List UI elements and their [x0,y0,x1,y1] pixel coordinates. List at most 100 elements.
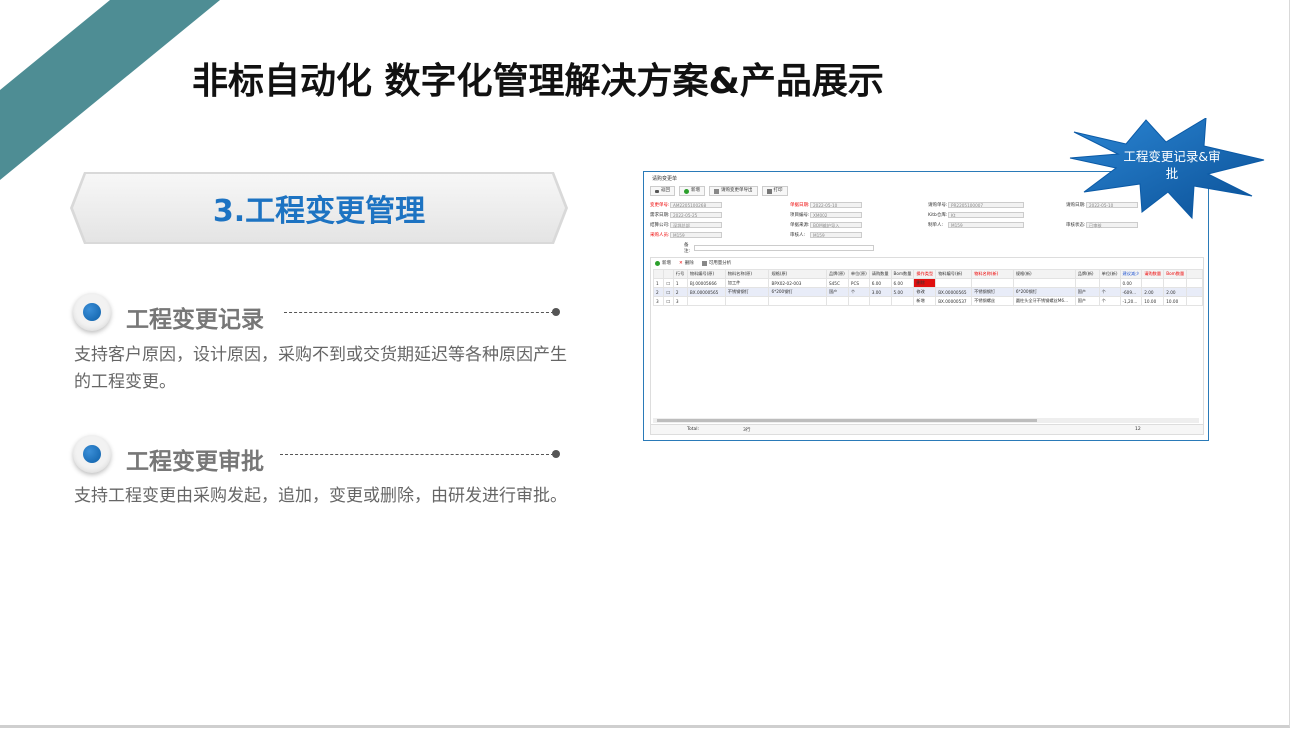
connector-end-dot [552,308,560,316]
item-title-approval: 工程变更审批 [126,449,264,475]
field-label: 变更单号: [650,203,670,208]
remark-field[interactable] [694,245,874,251]
table-cell [847,296,870,306]
table-cell: 个 [1098,296,1121,306]
table-cell [971,278,1014,288]
table-cell: 修改 [913,287,937,297]
window-title: 请购变更单 [652,176,678,182]
field-label: 备注: [684,243,691,254]
field-label: 单据来源: [790,223,810,228]
project-no-field[interactable]: XM002 [810,212,862,218]
row-checkbox[interactable]: ☐ [662,296,674,306]
dashed-connector [280,454,554,455]
field-label: 请购单号: [928,203,948,208]
table-cell: 删除 [913,278,937,288]
dashed-connector [284,312,554,313]
export-icon [714,188,719,194]
export-button[interactable]: 请购变更单导出 [709,186,758,196]
field-label: 采购人员: [650,233,670,238]
column-header[interactable]: 请购数量 [1141,269,1165,279]
table-cell: 不锈钢钢钉 [971,287,1014,297]
column-header[interactable]: 品牌(原) [825,269,849,279]
field-label: 制单人: [928,223,944,228]
table-cell: BPX02-02-003 [768,278,827,288]
table-cell: 国产 [1074,287,1100,297]
table-cell [868,296,892,306]
grid-toolbar: 新增 ✕ 删除 可用量分析 [655,260,731,266]
column-header[interactable]: 物料名称(新) [971,269,1014,279]
buyer-select[interactable]: M159 [670,232,722,238]
column-header[interactable]: 请购数量 [868,269,892,279]
availability-button[interactable]: 可用量分析 [701,260,731,266]
column-header[interactable] [1186,269,1203,279]
field-label: 结算公司: [650,223,670,228]
back-button[interactable]: 返回 [650,186,675,196]
field-label: 项目编号: [790,213,810,218]
print-icon [766,188,772,194]
table-cell: BJ.00005666 [686,278,726,288]
column-header[interactable]: 单位(原) [847,269,870,279]
column-header[interactable]: 规格(原) [768,269,827,279]
table-cell [1186,287,1203,297]
column-header[interactable]: 行号 [672,269,688,279]
column-header[interactable] [653,269,664,279]
plus-icon [655,260,660,266]
column-header[interactable]: 操作类型 [913,269,937,279]
table-cell [724,296,770,306]
column-header[interactable]: Bom数量 [1163,269,1188,279]
print-button[interactable]: 打印 [761,186,788,196]
table-cell: BX.00000537 [935,296,973,306]
table-cell: 6.00 [868,278,892,288]
table-row[interactable]: 1 ☐ 1 BJ.00005666 加工件 BPX02-02-003 S45C PCS 6.00… [653,278,1203,288]
maker-field[interactable]: M159 [948,222,1024,228]
table-cell [1141,278,1165,288]
column-header[interactable] [662,269,674,279]
column-header[interactable]: Bom数量 [890,269,915,279]
row-checkbox[interactable]: ☐ [662,287,674,297]
field-label: 单据日期: [790,203,810,208]
add-button[interactable]: 新增 [679,186,705,196]
table-cell: 不锈钢螺丝 [971,296,1014,306]
column-header[interactable]: 品牌(新) [1074,269,1100,279]
column-header[interactable]: 物料编号(原) [686,269,726,279]
grid-add-button[interactable]: 新增 [655,260,671,266]
column-header[interactable]: 规格(新) [1012,269,1076,279]
table-cell [1074,278,1100,288]
column-header[interactable]: 单位(新) [1098,269,1121,279]
table-cell [1186,278,1203,288]
need-date-field[interactable]: 2022-05-25 [670,212,722,218]
total-sum: 12 [1135,427,1141,432]
callout-label: 工程变更记录&审批 [1123,149,1221,181]
column-header[interactable]: 建议减少 [1119,269,1143,279]
table-cell: 新增 [913,296,937,306]
table-cell: 2.00 [1163,287,1188,297]
table-cell: 加工件 [724,278,770,288]
column-header[interactable]: 物料编号(新) [935,269,973,279]
analysis-icon [701,260,707,266]
row-checkbox[interactable]: ☐ [662,278,674,288]
table-row[interactable]: 3 ☐ 3 新增 BX.00000537 不锈钢螺丝 圆柱头全牙不锈钢螺丝M6... 国产个 -… [653,296,1203,306]
req-no-field[interactable]: PR2205100007 [948,202,1024,208]
field-label: 需求日期: [650,213,670,218]
section-title: 3.工程变更管理 [212,194,426,229]
change-no-field[interactable]: AM2205100268 [670,202,722,208]
audit-status-select[interactable]: 已审核 [1086,222,1138,228]
column-header[interactable]: 物料名称(原) [724,269,770,279]
warehouse-select[interactable]: Kt [948,212,1024,218]
company-select[interactable]: 深圳总部 [670,222,722,228]
source-select[interactable]: BOM维护导入 [810,222,862,228]
grid-delete-button[interactable]: ✕ 删除 [679,260,694,267]
bullet-icon [73,293,111,331]
totals-row: Total: 3行 12 [651,424,1203,434]
table-cell: 1 [672,278,688,288]
change-date-field[interactable]: 2022-05-10 [810,202,862,208]
auditor-field[interactable]: M159 [810,232,862,238]
horizontal-scrollbar[interactable] [653,418,1199,423]
table-cell: 2 [672,287,688,297]
table-cell: 3 [653,296,664,306]
table-row[interactable]: 2 ☐ 2 BX.00000565 不锈钢钢钉 6*200钢钉 国产个 3.00 5.00 修改 B… [653,287,1203,297]
table-cell: 国产 [825,287,849,297]
table-cell: 3.00 [868,287,892,297]
table-cell: 10.00 [1163,296,1188,306]
table-cell: 2.00 [1141,287,1165,297]
